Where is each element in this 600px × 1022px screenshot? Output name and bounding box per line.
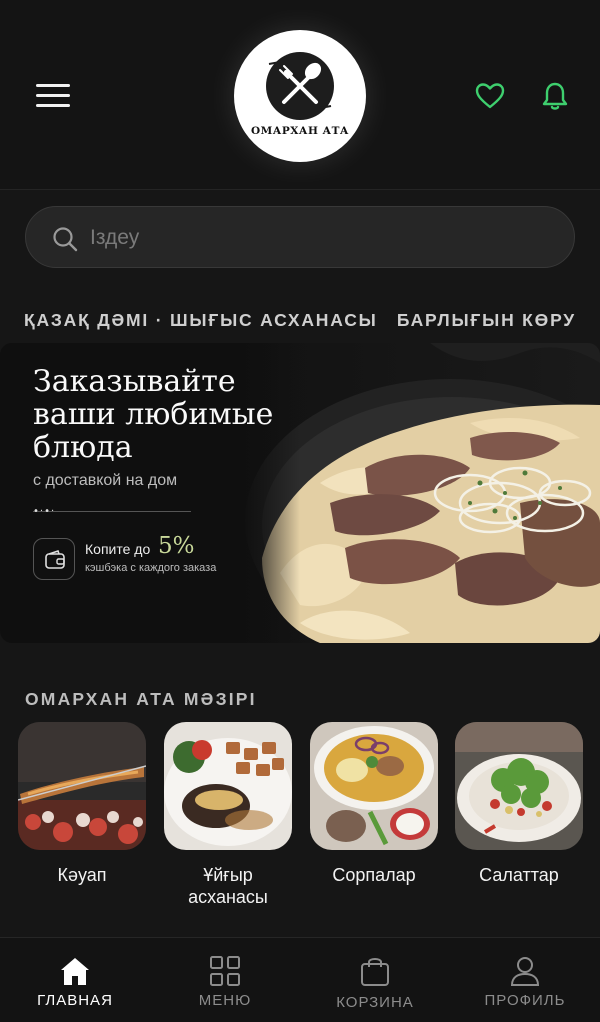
notifications-bell-icon[interactable] [539,80,571,112]
app-header: ОМАРХАН АТА [0,0,600,190]
menu-category-sorpalar[interactable]: Сорпалар [310,722,438,886]
user-icon [510,957,540,986]
restaurant-logo[interactable]: ОМАРХАН АТА [234,30,366,162]
cashback-text: Копите до [85,541,151,557]
banner-title: Заказывайте ваши любимые блюда [33,364,274,465]
menu-category-uighur[interactable]: Ұйғыр асханасы [164,722,292,908]
nav-menu[interactable]: МЕНЮ [150,938,300,1022]
search-bar[interactable] [25,206,575,268]
menu-category-label: Салаттар [479,865,559,885]
logo-text: ОМАРХАН АТА [251,125,349,137]
menu-category-label: Сорпалар [332,865,416,885]
banner-subtitle: с доставкой на дом [33,472,178,489]
bag-icon [361,958,389,986]
wallet-icon [33,538,75,580]
nav-home[interactable]: ГЛАВНАЯ [0,938,150,1022]
cashback-percent: 5% [158,533,195,559]
menu-category-kauap[interactable]: Кәуап [18,722,146,886]
nav-label: ПРОФИЛЬ [484,992,566,1009]
banner-divider [33,511,191,512]
search-icon [53,227,78,252]
menu-section-title: ОМАРХАН АТА МӘЗІРІ [25,689,257,709]
menu-category-label: Ұйғыр асханасы [188,865,268,907]
ornament-dots-icon: •·•· [33,506,56,517]
search-input[interactable] [90,221,550,255]
uighur-dish-image [164,722,292,850]
cashback-note: кэшбэка с каждого заказа [85,562,217,574]
salad-image [455,722,583,850]
cuisine-tagline: ҚАЗАҚ ДӘМІ · ШЫҒЫС АСХАНАСЫ [24,310,378,330]
home-icon [61,958,89,985]
bottom-navigation: ГЛАВНАЯ МЕНЮ КОРЗИНА ПРОФИЛЬ [0,937,600,1022]
menu-category-salattar[interactable]: Салаттар [455,722,583,886]
menu-category-label: Кәуап [57,865,107,885]
see-all-link[interactable]: БАРЛЫҒЫН КӨРУ [397,310,576,331]
fork-spoon-icon [266,52,334,120]
hamburger-menu-icon[interactable] [36,84,70,108]
soup-image [310,722,438,850]
favorites-heart-icon[interactable] [474,80,506,112]
kebab-image [18,722,146,850]
nav-cart[interactable]: КОРЗИНА [300,938,450,1022]
grid-icon [210,956,240,986]
nav-label: МЕНЮ [198,992,252,1009]
nav-label: КОРЗИНА [336,994,414,1011]
nav-label: ГЛАВНАЯ [37,992,113,1009]
promo-banner[interactable]: Заказывайте ваши любимые блюда с доставк… [0,343,600,643]
nav-profile[interactable]: ПРОФИЛЬ [450,938,600,1022]
